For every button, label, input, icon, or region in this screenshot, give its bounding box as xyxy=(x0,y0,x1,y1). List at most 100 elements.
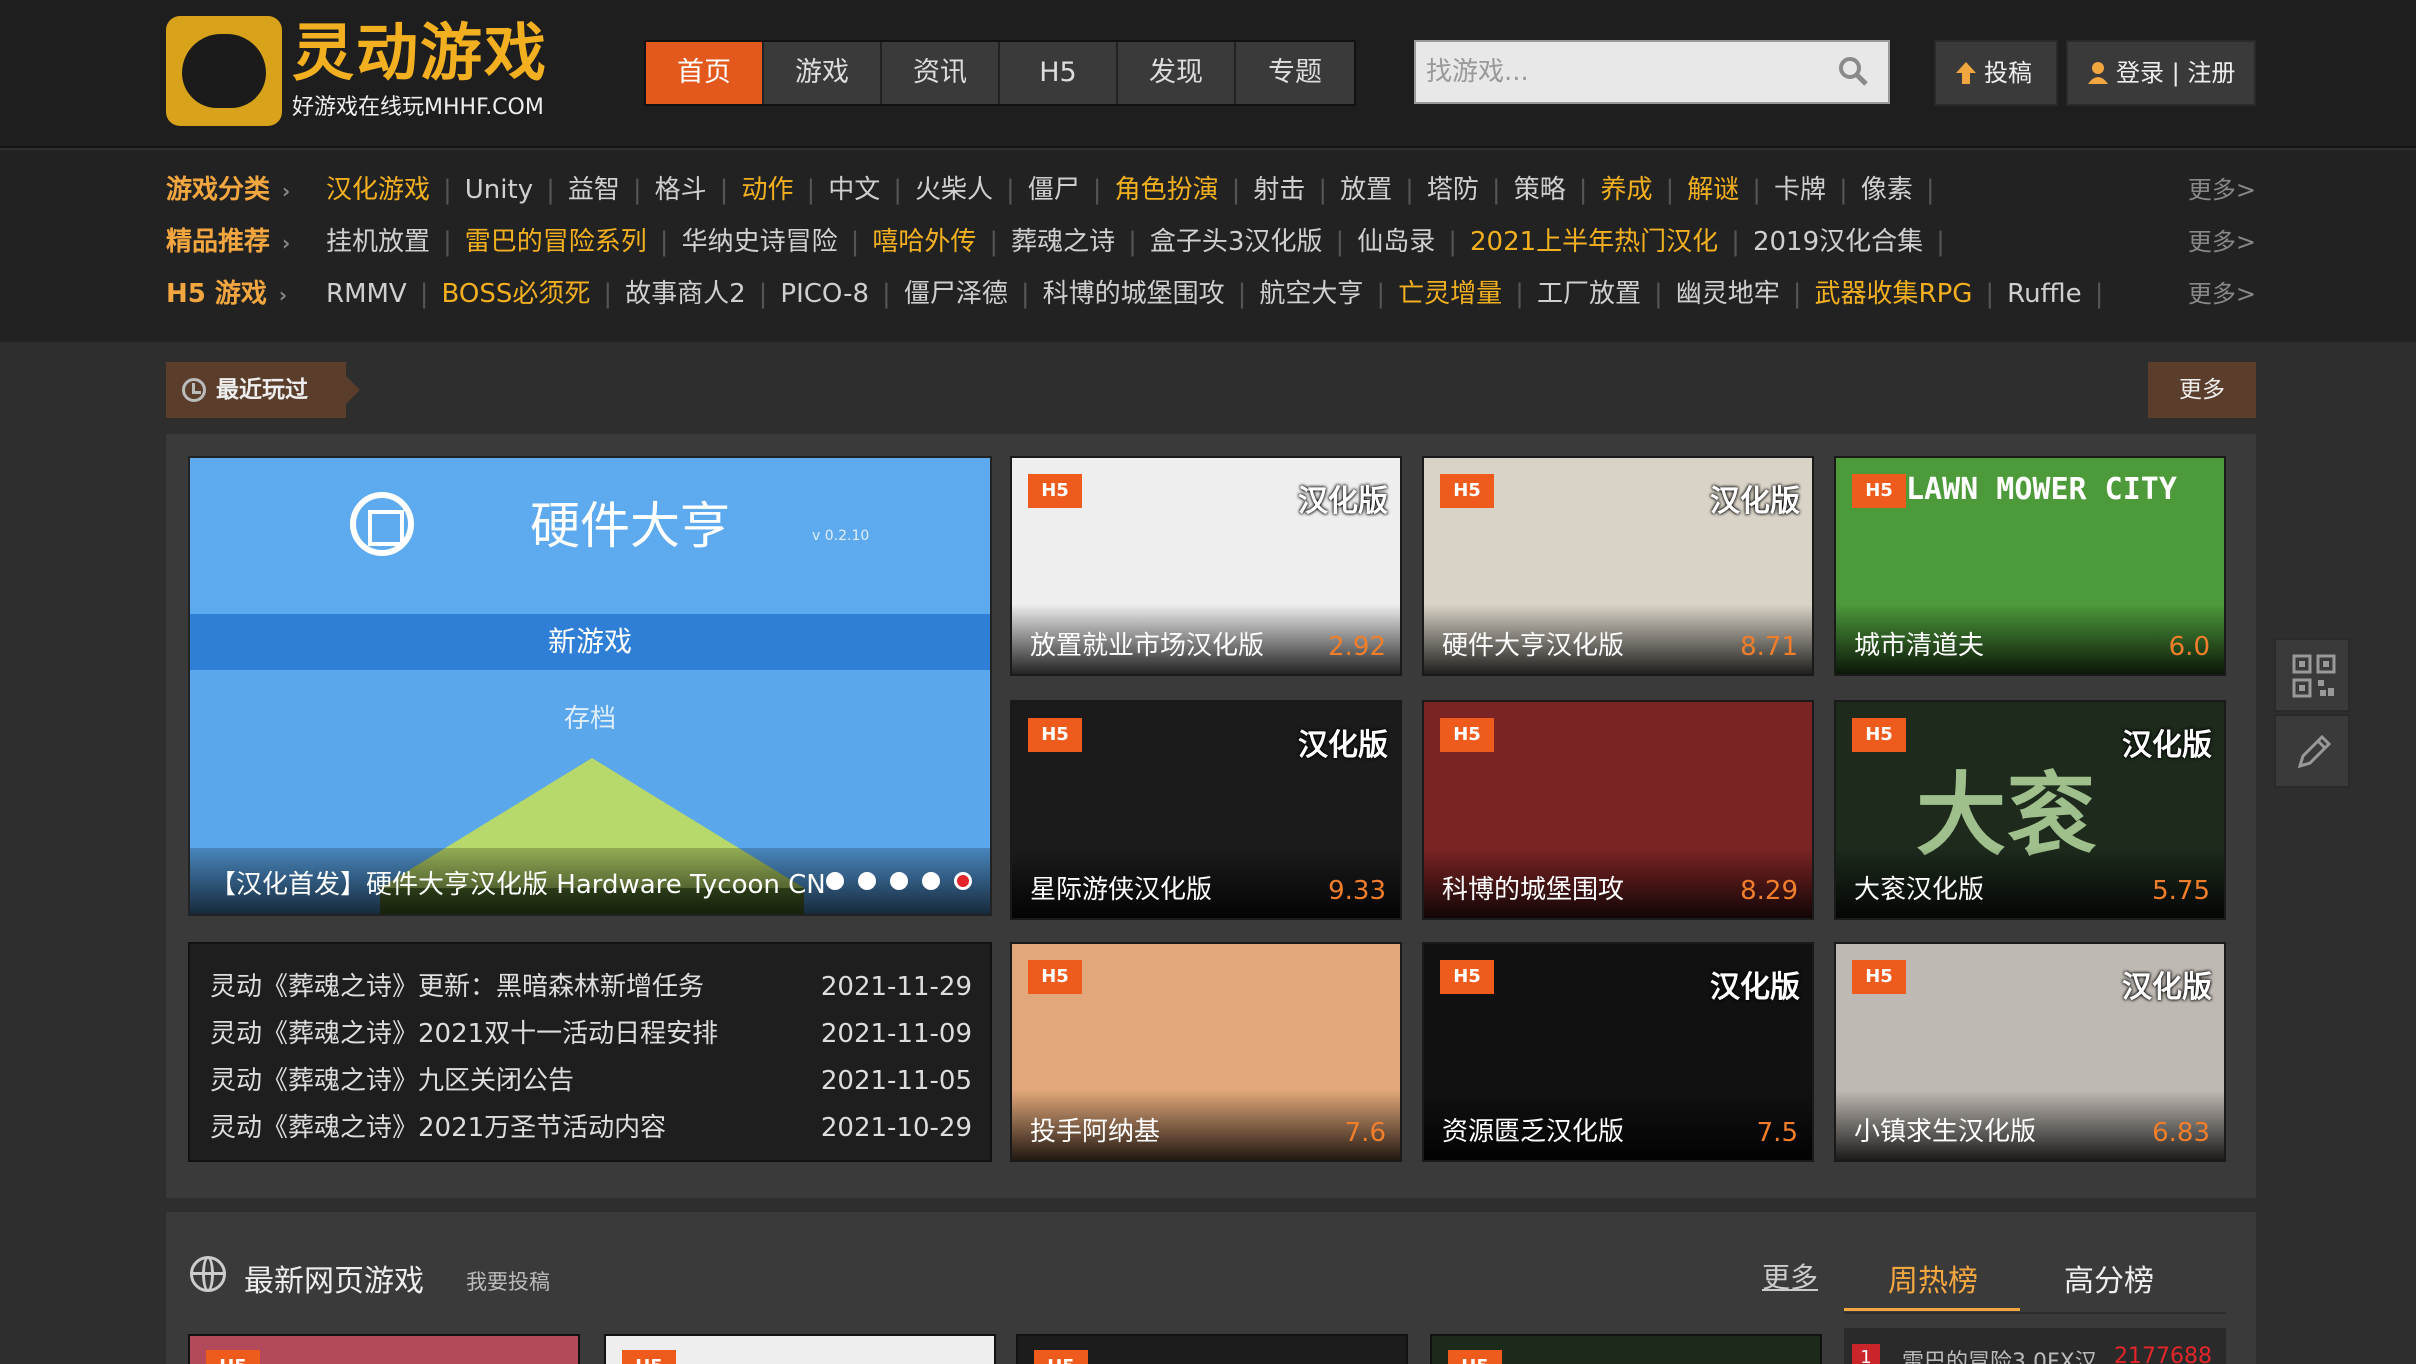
nav-item[interactable]: 资讯 xyxy=(882,42,1000,104)
category-more-link[interactable]: 更多> xyxy=(2188,164,2256,216)
category-more-link[interactable]: 更多> xyxy=(2188,268,2256,320)
nav-item[interactable]: H5 xyxy=(1000,42,1118,104)
recent-label: 最近玩过 xyxy=(216,377,308,403)
submit-button[interactable]: 投稿 xyxy=(1934,40,2058,106)
category-link[interactable]: BOSS必须死 xyxy=(441,279,590,309)
category-link[interactable]: RMMV xyxy=(326,279,407,309)
category-row-title: 游戏分类 xyxy=(166,175,271,205)
game-name: 资源匮乏汉化版 xyxy=(1442,1117,1625,1147)
carousel-dot[interactable] xyxy=(826,872,844,890)
category-link[interactable]: 嘻哈外传 xyxy=(872,227,976,257)
category-link[interactable]: 汉化游戏 xyxy=(326,175,430,205)
latest-game-thumb[interactable]: H5 xyxy=(604,1334,996,1364)
category-link[interactable]: 格斗 xyxy=(655,175,707,205)
category-link[interactable]: 华纳史诗冒险 xyxy=(682,227,838,257)
category-link[interactable]: 2021上半年热门汉化 xyxy=(1470,227,1718,257)
nav-item[interactable]: 专题 xyxy=(1236,42,1354,104)
game-card[interactable]: H5 汉化版 星际游侠汉化版 9.33 xyxy=(1010,700,1402,920)
divider: | xyxy=(850,227,860,257)
chip-icon xyxy=(350,492,414,556)
category-link[interactable]: 葬魂之诗 xyxy=(1011,227,1115,257)
login-button[interactable]: 登录 | 注册 xyxy=(2066,40,2256,106)
carousel-dot[interactable] xyxy=(922,872,940,890)
news-item[interactable]: 灵动《葬魂之诗》更新：黑暗森林新增任务 2021-11-29 xyxy=(210,964,972,1011)
category-link[interactable]: 益智 xyxy=(568,175,620,205)
category-link[interactable]: 科博的城堡围攻 xyxy=(1043,279,1225,309)
nav-item[interactable]: 发现 xyxy=(1118,42,1236,104)
category-link[interactable]: 射击 xyxy=(1253,175,1305,205)
carousel-dot[interactable] xyxy=(954,872,972,890)
category-link[interactable]: 2019汉化合集 xyxy=(1753,227,1923,257)
featured-banner[interactable]: 硬件大亨 v 0.2.10 新游戏 存档 【汉化首发】硬件大亨汉化版 Hardw… xyxy=(188,456,992,916)
game-card[interactable]: H5 汉化版 放置就业市场汉化版 2.92 xyxy=(1010,456,1402,676)
category-row-label: 游戏分类 › xyxy=(166,164,326,217)
category-link[interactable]: 仙岛录 xyxy=(1357,227,1435,257)
rank-tab-underline xyxy=(1844,1308,2020,1311)
category-link[interactable]: 像素 xyxy=(1861,175,1913,205)
site-logo[interactable]: 灵动游戏 好游戏在线玩MHHF.COM xyxy=(166,16,556,126)
category-link[interactable]: 故事商人2 xyxy=(625,279,746,309)
category-link[interactable]: 塔防 xyxy=(1427,175,1479,205)
divider: | xyxy=(1376,279,1386,309)
latest-game-thumb[interactable]: H5 xyxy=(1016,1334,1408,1364)
category-link[interactable]: 放置 xyxy=(1340,175,1392,205)
search-icon[interactable] xyxy=(1838,56,1868,86)
category-link[interactable]: 雷巴的冒险系列 xyxy=(465,227,647,257)
game-card[interactable]: H5 汉化版 小镇求生汉化版 6.83 xyxy=(1834,942,2226,1162)
carousel-dot[interactable] xyxy=(890,872,908,890)
category-link[interactable]: 角色扮演 xyxy=(1115,175,1219,205)
h5-badge: H5 xyxy=(1852,474,1906,508)
category-link[interactable]: 策略 xyxy=(1514,175,1566,205)
category-link[interactable]: Ruffle xyxy=(2007,279,2082,309)
game-name: 大衮汉化版 xyxy=(1854,875,1985,905)
nav-item[interactable]: 游戏 xyxy=(764,42,882,104)
game-card[interactable]: LAWN MOWER CITY H5 城市清道夫 6.0 xyxy=(1834,456,2226,676)
carousel-dot[interactable] xyxy=(858,872,876,890)
game-score: 6.0 xyxy=(2168,632,2210,662)
category-link[interactable]: 盒子头3汉化版 xyxy=(1150,227,1323,257)
category-link[interactable]: 工厂放置 xyxy=(1537,279,1641,309)
news-item[interactable]: 灵动《葬魂之诗》2021万圣节活动内容 2021-10-29 xyxy=(210,1105,972,1152)
edit-button[interactable] xyxy=(2274,714,2350,788)
category-link[interactable]: 解谜 xyxy=(1687,175,1739,205)
news-item[interactable]: 灵动《葬魂之诗》九区关闭公告 2021-11-05 xyxy=(210,1058,972,1105)
category-more-link[interactable]: 更多> xyxy=(2188,216,2256,268)
category-link[interactable]: 挂机放置 xyxy=(326,227,430,257)
category-link[interactable]: 火柴人 xyxy=(915,175,993,205)
category-link[interactable]: 武器收集RPG xyxy=(1815,279,1973,309)
game-name: 放置就业市场汉化版 xyxy=(1030,631,1265,661)
recent-more-button[interactable]: 更多 xyxy=(2148,362,2256,418)
search-input[interactable] xyxy=(1426,42,1826,102)
category-link[interactable]: 僵尸 xyxy=(1028,175,1080,205)
game-card[interactable]: 大衮 H5 汉化版 大衮汉化版 5.75 xyxy=(1834,700,2226,920)
card-caption-bar: 大衮汉化版 5.75 xyxy=(1836,848,2224,918)
pencil-icon xyxy=(2297,734,2332,769)
latest-game-thumb[interactable]: H5 xyxy=(1430,1334,1822,1364)
game-card[interactable]: H5 科博的城堡围攻 8.29 xyxy=(1422,700,1814,920)
nav-item[interactable]: 首页 xyxy=(646,42,764,104)
qr-code-button[interactable] xyxy=(2274,638,2350,712)
category-link[interactable]: 中文 xyxy=(828,175,880,205)
category-link[interactable]: 亡灵增量 xyxy=(1398,279,1502,309)
latest-more-link[interactable]: 更多 xyxy=(1762,1256,1818,1296)
game-card[interactable]: H5 投手阿纳基 7.6 xyxy=(1010,942,1402,1162)
category-link[interactable]: 僵尸泽德 xyxy=(904,279,1008,309)
latest-game-thumb[interactable]: H5 xyxy=(188,1334,580,1364)
tab-weekly-hot[interactable]: 周热榜 xyxy=(1888,1256,1978,1300)
submit-link[interactable]: 我要投稿 xyxy=(466,1266,550,1296)
divider: | xyxy=(882,279,891,309)
category-link[interactable]: 航空大亨 xyxy=(1259,279,1363,309)
tab-top-rated[interactable]: 高分榜 xyxy=(2064,1256,2154,1300)
news-item[interactable]: 灵动《葬魂之诗》2021双十一活动日程安排 2021-11-09 xyxy=(210,1011,972,1058)
game-card[interactable]: H5 汉化版 资源匮乏汉化版 7.5 xyxy=(1422,942,1814,1162)
category-link[interactable]: 动作 xyxy=(741,175,793,205)
category-link[interactable]: 幽灵地牢 xyxy=(1676,279,1780,309)
divider: | xyxy=(1515,279,1524,309)
category-link[interactable]: 养成 xyxy=(1600,175,1652,205)
rank-item[interactable]: 1 雷巴的冒险3.0FX汉 2177688 xyxy=(1844,1328,2226,1364)
main-nav: 首页 游戏 资讯 H5 发现 专题 xyxy=(644,40,1356,106)
category-link[interactable]: PICO-8 xyxy=(780,279,869,309)
game-card[interactable]: H5 汉化版 硬件大亨汉化版 8.71 xyxy=(1422,456,1814,676)
category-link[interactable]: Unity xyxy=(465,175,533,205)
category-link[interactable]: 卡牌 xyxy=(1774,175,1826,205)
